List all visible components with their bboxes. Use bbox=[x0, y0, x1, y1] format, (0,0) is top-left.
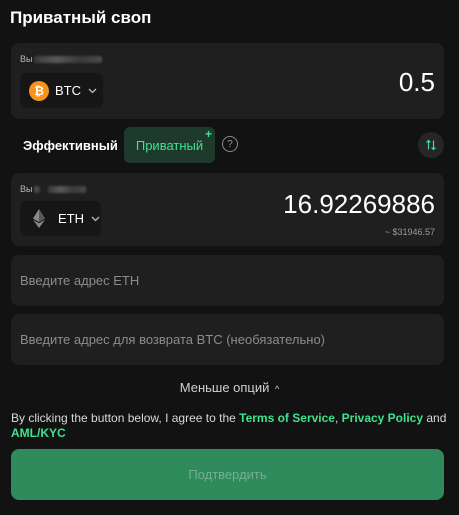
receive-coin-name: ETH bbox=[58, 211, 84, 226]
blurred-text bbox=[34, 185, 41, 193]
terms-separator: and bbox=[423, 411, 447, 425]
privacy-policy-link[interactable]: Privacy Policy bbox=[342, 411, 423, 425]
chevron-down-icon bbox=[88, 88, 97, 94]
receive-label-text: Вы bbox=[20, 184, 33, 194]
refund-address-input[interactable] bbox=[11, 314, 444, 365]
fewer-options-label: Меньше опций bbox=[179, 380, 270, 395]
swap-direction-button[interactable] bbox=[418, 132, 444, 158]
send-amount[interactable]: 0.5 bbox=[399, 67, 435, 98]
terms-of-service-link[interactable]: Terms of Service bbox=[239, 411, 335, 425]
swap-arrows-icon bbox=[426, 139, 436, 151]
receive-amount: 16.92269886 bbox=[283, 189, 435, 219]
receive-coin-select[interactable]: ETH bbox=[20, 201, 101, 236]
send-label: Вы bbox=[20, 54, 103, 64]
swap-mode-row: Эффективный Приватный + ? bbox=[11, 127, 444, 163]
send-coin-select[interactable]: ₿ BTC bbox=[20, 73, 103, 108]
blurred-text bbox=[34, 55, 103, 63]
help-icon[interactable]: ? bbox=[222, 136, 238, 152]
eth-address-input[interactable] bbox=[11, 255, 444, 306]
chevron-up-icon: ^ bbox=[275, 384, 280, 394]
plus-icon: + bbox=[204, 127, 212, 141]
fewer-options-toggle[interactable]: Меньше опций ^ bbox=[0, 380, 459, 395]
tab-private[interactable]: Приватный + bbox=[124, 127, 215, 163]
terms-text: By clicking the button below, I agree to… bbox=[11, 411, 451, 441]
aml-kyc-link[interactable]: AML/KYC bbox=[11, 426, 66, 440]
receive-card: Вы ETH 16.92269886 ~ $31946.57 bbox=[11, 173, 444, 246]
receive-label: Вы bbox=[20, 184, 87, 194]
confirm-button[interactable]: Подтвердить bbox=[11, 449, 444, 500]
receive-usd-value: ~ $31946.57 bbox=[384, 227, 435, 237]
send-label-text: Вы bbox=[20, 54, 33, 64]
tab-efficient[interactable]: Эффективный bbox=[23, 138, 118, 153]
blurred-text bbox=[48, 185, 87, 193]
chevron-down-icon bbox=[91, 216, 100, 222]
send-card: Вы ₿ BTC 0.5 bbox=[11, 43, 444, 119]
page-title: Приватный своп bbox=[10, 8, 152, 27]
terms-prefix: By clicking the button below, I agree to… bbox=[11, 411, 240, 425]
bitcoin-icon: ₿ bbox=[29, 80, 49, 101]
ethereum-icon bbox=[30, 209, 48, 229]
terms-separator: , bbox=[334, 411, 342, 425]
tab-private-label: Приватный bbox=[135, 137, 204, 153]
send-coin-name: BTC bbox=[55, 83, 81, 98]
